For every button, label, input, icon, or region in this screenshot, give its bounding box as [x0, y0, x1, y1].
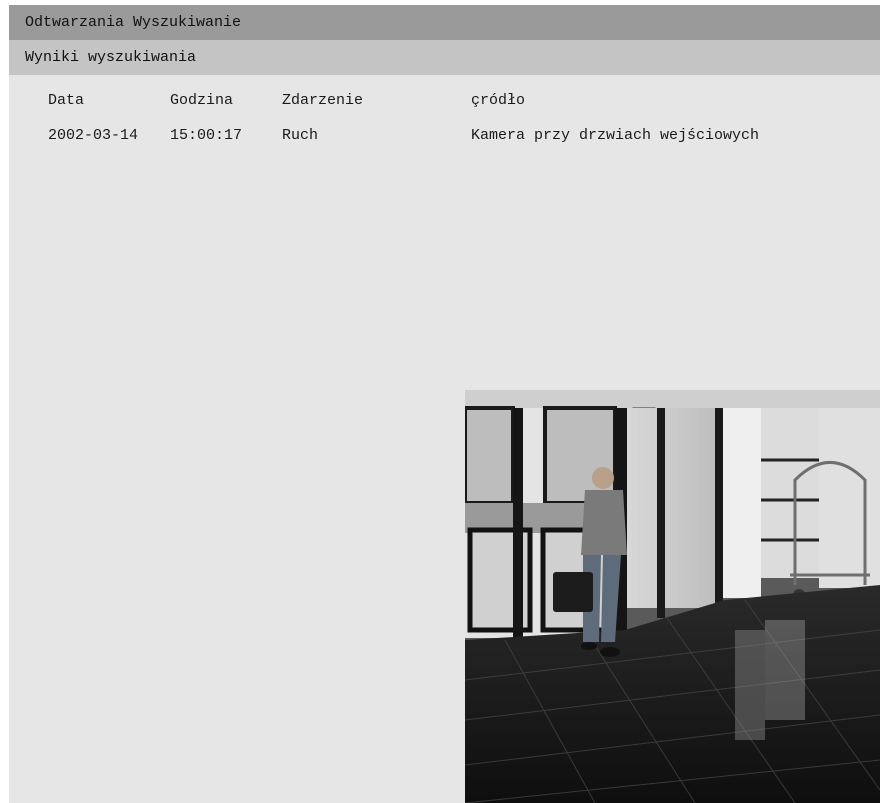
column-header-event[interactable]: Zdarzenie	[282, 92, 471, 109]
table-row[interactable]: 2002-03-14 15:00:17 Ruch Kamera przy drz…	[48, 118, 851, 153]
window-title: Odtwarzania Wyszukiwanie	[25, 14, 242, 31]
camera-snapshot-image	[465, 390, 880, 803]
results-section-title: Wyniki wyszukiwania	[25, 49, 197, 66]
column-header-source[interactable]: çródło	[471, 92, 851, 109]
window-title-bar: Odtwarzania Wyszukiwanie	[9, 5, 880, 40]
cell-source: Kamera przy drzwiach wejściowych	[471, 127, 760, 144]
cell-date: 2002-03-14	[48, 127, 139, 144]
results-table: Data Godzina Zdarzenie çródło 2002-03-14…	[48, 83, 851, 153]
cell-time: 15:00:17	[170, 127, 243, 144]
column-header-date[interactable]: Data	[48, 92, 170, 109]
camera-snapshot-preview	[465, 390, 880, 803]
briefcase-icon	[553, 572, 593, 612]
results-section-header: Wyniki wyszukiwania	[9, 40, 880, 75]
table-header-row: Data Godzina Zdarzenie çródło	[48, 83, 851, 118]
search-playback-screen: Odtwarzania Wyszukiwanie Wyniki wyszukiw…	[9, 5, 880, 803]
column-header-time[interactable]: Godzina	[170, 92, 282, 109]
cell-event: Ruch	[282, 127, 319, 144]
